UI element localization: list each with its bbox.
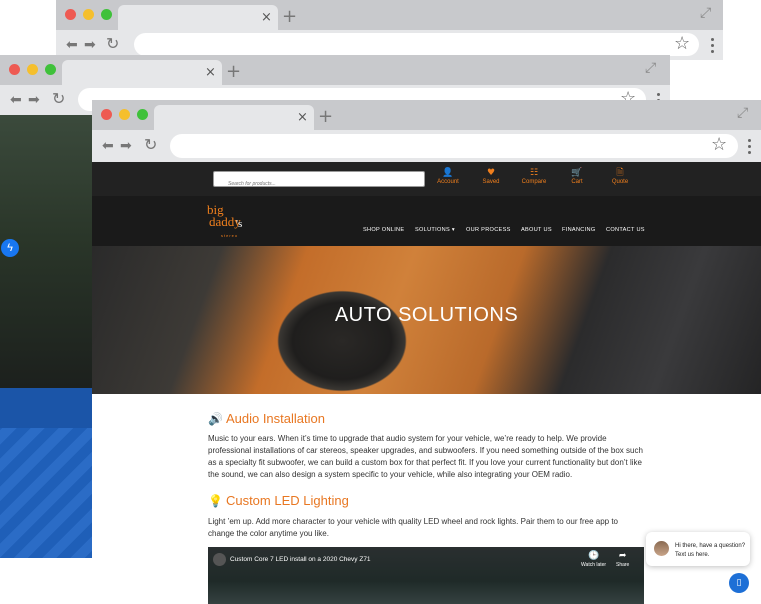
expand-icon[interactable]: ⤢ xyxy=(737,105,748,121)
reload-icon[interactable]: ↻ xyxy=(52,91,65,107)
user-icon: 👤 xyxy=(442,168,454,178)
compare-label: Compare xyxy=(521,179,547,185)
browser-window-front: × + ⤢ ⬅ ➡ ↻ ☆ 👤 Account ♥ Saved ☷ Compar… xyxy=(92,100,761,604)
title-bar: × + ⤢ xyxy=(0,55,670,85)
site-logo[interactable]: big daddy 's stereo xyxy=(207,202,267,238)
close-window-button[interactable] xyxy=(65,9,76,20)
account-link[interactable]: 👤 Account xyxy=(428,168,468,187)
chat-popup[interactable]: Hi there, have a question? Text us here. xyxy=(646,532,750,566)
compare-icon: ☷ xyxy=(529,168,539,178)
close-window-button[interactable] xyxy=(101,109,112,120)
section-title: Custom LED Lighting xyxy=(225,493,349,508)
close-window-button[interactable] xyxy=(9,64,20,75)
hero-title: AUTO SOLUTIONS xyxy=(334,304,519,326)
video-embed[interactable]: Custom Core 7 LED install on a 2020 Chev… xyxy=(208,547,644,604)
quote-link[interactable]: 🗎 Quote xyxy=(600,168,640,187)
expand-icon[interactable]: ⤢ xyxy=(700,5,711,21)
browser-toolbar: ⬅ ➡ ↻ ☆ xyxy=(92,130,761,162)
chat-message: Hi there, have a question? Text us here. xyxy=(675,543,746,558)
section-heading-audio: 🔊 Audio Installation xyxy=(208,411,325,426)
site-utility-bar: 👤 Account ♥ Saved ☷ Compare 🛒 Cart 🗎 Quo… xyxy=(92,162,761,196)
close-tab-icon[interactable]: × xyxy=(261,11,272,24)
logo-text-s: 's xyxy=(236,218,243,230)
nav-contact-us[interactable]: CONTACT US xyxy=(606,227,645,233)
video-title[interactable]: Custom Core 7 LED install on a 2020 Chev… xyxy=(230,556,371,563)
quote-icon: 🗎 xyxy=(616,168,624,178)
product-search-input[interactable] xyxy=(214,177,424,191)
title-bar: × + ⤢ xyxy=(92,100,761,130)
expand-icon[interactable]: ⤢ xyxy=(645,60,656,76)
back-icon[interactable]: ⬅ xyxy=(66,38,78,52)
forward-icon[interactable]: ➡ xyxy=(28,93,40,107)
clock-icon: 🕒 xyxy=(587,551,600,561)
title-bar: × + ⤢ xyxy=(56,0,723,30)
forward-icon[interactable]: ➡ xyxy=(84,38,96,52)
section-heading-led: 💡 Custom LED Lighting xyxy=(208,493,349,508)
minimize-window-button[interactable] xyxy=(27,64,38,75)
nav-about-us[interactable]: ABOUT US xyxy=(521,227,552,233)
section-text-led: Light ’em up. Add more character to your… xyxy=(208,517,618,538)
nav-solutions[interactable]: SOLUTIONS ▾ xyxy=(415,227,455,233)
bookmark-star-icon[interactable]: ☆ xyxy=(711,136,727,154)
nav-financing[interactable]: FINANCING xyxy=(562,227,595,233)
back-icon[interactable]: ⬅ xyxy=(10,93,22,107)
cart-label: Cart xyxy=(571,179,583,185)
browser-tab[interactable]: × xyxy=(118,5,278,30)
back-icon[interactable]: ⬅ xyxy=(102,139,114,153)
watch-later-label: Watch later xyxy=(581,562,607,568)
section-title: Audio Installation xyxy=(225,411,325,426)
cart-icon: 🛒 xyxy=(571,168,583,178)
reload-icon[interactable]: ↻ xyxy=(106,36,119,52)
bookmark-star-icon[interactable]: ☆ xyxy=(674,35,690,53)
cart-link[interactable]: 🛒 Cart xyxy=(557,168,597,187)
new-tab-icon[interactable]: + xyxy=(226,63,241,81)
account-label: Account xyxy=(437,179,459,185)
new-tab-icon[interactable]: + xyxy=(318,108,333,126)
address-bar[interactable] xyxy=(134,33,699,56)
heart-icon: ♥ xyxy=(486,168,496,178)
close-tab-icon[interactable]: × xyxy=(297,111,308,124)
minimize-window-button[interactable] xyxy=(83,9,94,20)
browser-tab[interactable]: × xyxy=(154,105,314,130)
site-navigation: big daddy 's stereo SHOP ONLINE SOLUTION… xyxy=(92,196,761,246)
product-search[interactable] xyxy=(213,171,425,191)
reload-icon[interactable]: ↻ xyxy=(144,137,157,153)
saved-link[interactable]: ♥ Saved xyxy=(471,168,511,187)
browser-tab[interactable]: × xyxy=(62,60,222,85)
share-label: Share xyxy=(616,562,630,568)
channel-avatar[interactable] xyxy=(213,553,226,566)
hero-banner: AUTO SOLUTIONS xyxy=(92,246,761,394)
maximize-window-button[interactable] xyxy=(101,9,112,20)
maximize-window-button[interactable] xyxy=(45,64,56,75)
browser-menu-icon[interactable] xyxy=(748,139,752,157)
saved-label: Saved xyxy=(482,179,500,185)
messenger-icon[interactable]: ϟ xyxy=(1,239,19,257)
maximize-window-button[interactable] xyxy=(137,109,148,120)
chat-agent-avatar xyxy=(654,541,669,556)
compare-link[interactable]: ☷ Compare xyxy=(514,168,554,187)
lightbulb-icon: 💡 xyxy=(208,494,223,508)
share-icon: ➦ xyxy=(618,551,627,561)
share-button[interactable]: ➦ Share xyxy=(616,551,629,568)
quote-label: Quote xyxy=(611,179,629,185)
address-bar[interactable] xyxy=(170,134,738,158)
new-tab-icon[interactable]: + xyxy=(282,8,297,26)
minimize-window-button[interactable] xyxy=(119,109,130,120)
chat-launcher-button[interactable]: ▯ xyxy=(729,573,749,593)
forward-icon[interactable]: ➡ xyxy=(120,139,132,153)
page-blue-band xyxy=(0,388,92,428)
speaker-icon: 🔊 xyxy=(208,412,223,426)
browser-menu-icon[interactable] xyxy=(711,38,715,56)
nav-our-process[interactable]: OUR PROCESS xyxy=(466,227,511,233)
nav-shop-online[interactable]: SHOP ONLINE xyxy=(363,227,404,233)
logo-tagline: stereo xyxy=(221,233,239,238)
section-text-audio: Music to your ears. When it’s time to up… xyxy=(208,434,643,479)
close-tab-icon[interactable]: × xyxy=(205,66,216,79)
watch-later-button[interactable]: 🕒 Watch later xyxy=(581,551,606,568)
